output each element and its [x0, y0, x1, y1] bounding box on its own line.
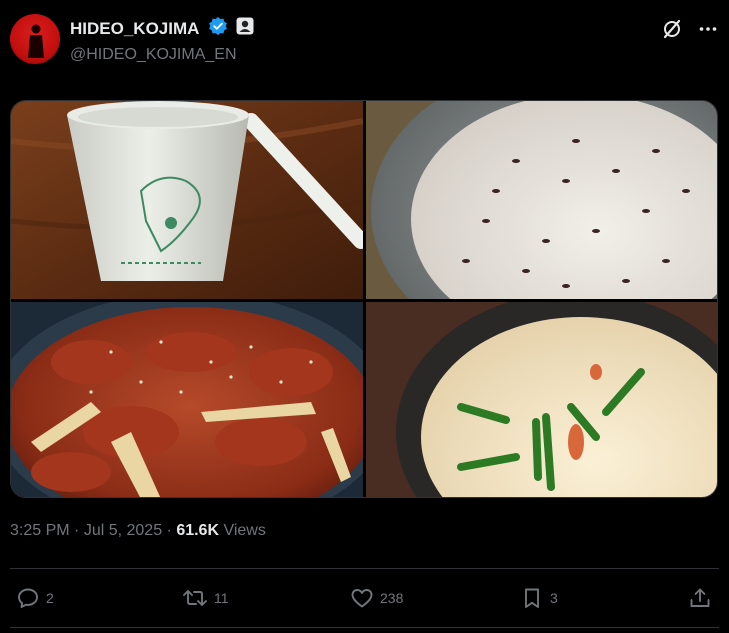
- divider: [10, 568, 719, 569]
- post-header: HIDEO_KOJIMA @HIDEO_KOJIMA_EN: [10, 14, 719, 66]
- share-icon: [690, 588, 710, 607]
- reply-count: 2: [46, 590, 54, 606]
- photo-spicy-pork[interactable]: [11, 302, 363, 497]
- meta-separator: ·: [69, 522, 84, 539]
- reply-icon: [18, 588, 38, 608]
- author-handle[interactable]: @HIDEO_KOJIMA_EN: [70, 46, 254, 64]
- post-meta: 3:25 PM · Jul 5, 2025 · 61.6K Views: [10, 522, 266, 540]
- display-name[interactable]: HIDEO_KOJIMA: [70, 19, 199, 39]
- author-names: HIDEO_KOJIMA @HIDEO_KOJIMA_EN: [70, 16, 254, 64]
- avatar-figure-icon: [28, 24, 44, 58]
- bookmark-count: 3: [550, 590, 558, 606]
- views-label: Views: [223, 522, 266, 539]
- grok-icon[interactable]: [661, 18, 683, 40]
- more-options-icon[interactable]: [697, 18, 719, 40]
- heart-icon: [351, 589, 373, 608]
- photo-mixed-grain-rice[interactable]: [366, 101, 717, 299]
- post-time[interactable]: 3:25 PM: [10, 522, 70, 539]
- like-count: 238: [380, 590, 404, 606]
- post-top-actions: [661, 18, 719, 40]
- engagement-bar: 2 11 238 3: [10, 583, 719, 613]
- repost-icon: [183, 590, 207, 606]
- repost-button[interactable]: 11: [182, 583, 229, 613]
- views-count: 61.6K: [176, 522, 220, 539]
- divider: [10, 627, 719, 628]
- bookmark-button[interactable]: 3: [520, 583, 558, 613]
- like-button[interactable]: 238: [350, 583, 403, 613]
- photo-steamed-egg[interactable]: [366, 302, 717, 497]
- affiliate-badge-icon[interactable]: [236, 17, 254, 40]
- bookmark-icon: [525, 588, 539, 608]
- media-grid: [10, 100, 718, 498]
- avatar[interactable]: [10, 14, 60, 64]
- reply-button[interactable]: 2: [16, 583, 54, 613]
- meta-separator: ·: [162, 522, 177, 539]
- post-date[interactable]: Jul 5, 2025: [84, 522, 162, 539]
- verified-badge-icon[interactable]: [208, 16, 228, 41]
- photo-makgeolli-cup[interactable]: [11, 101, 363, 299]
- repost-count: 11: [214, 590, 229, 606]
- share-button[interactable]: [688, 583, 712, 613]
